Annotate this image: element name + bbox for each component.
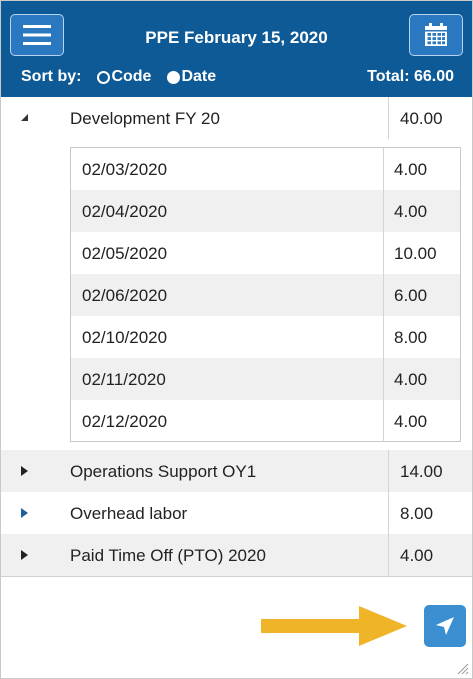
resize-grip-icon[interactable] [457,663,469,675]
expanded-triangle-icon[interactable] [20,113,30,123]
group-value: 8.00 [400,504,434,523]
column-divider [383,148,384,190]
sort-option-label: Code [111,68,152,85]
group-row[interactable]: Operations Support OY1 14.00 [1,450,472,492]
entry-date: 02/10/2020 [82,328,168,347]
entry-date: 02/04/2020 [82,202,168,221]
collapsed-triangle-icon[interactable] [21,508,29,518]
group-label: Paid Time Off (PTO) 2020 [70,546,266,565]
group-value: 40.00 [400,109,443,128]
entry-row[interactable]: 02/10/2020 8.00 [71,316,460,358]
entry-date: 02/05/2020 [82,244,168,263]
entry-value: 6.00 [394,286,428,305]
entry-date: 02/06/2020 [82,286,168,305]
column-divider [388,97,389,139]
charge-code-list: Development FY 20 40.00 [1,97,472,139]
send-icon [436,617,454,635]
entry-value: 10.00 [394,244,437,263]
entry-value: 8.00 [394,328,428,347]
sort-option-date[interactable]: Date [167,68,216,86]
column-divider [388,450,389,492]
collapsed-groups: Operations Support OY1 14.00 Overhead la… [1,450,472,576]
entry-row[interactable]: 02/05/2020 10.00 [71,232,460,274]
group-value: 4.00 [400,546,434,565]
entry-value: 4.00 [394,370,428,389]
collapsed-triangle-icon[interactable] [21,550,29,560]
calendar-button[interactable] [409,14,463,56]
sort-option-code[interactable]: Code [97,68,151,86]
sort-option-label: Date [181,68,217,85]
column-divider [388,534,389,576]
entry-date: 02/11/2020 [82,370,166,389]
group-label: Overhead labor [70,504,188,523]
column-divider [383,232,384,274]
column-divider [383,400,384,442]
entry-value: 4.00 [394,412,428,431]
total-hours: Total: 66.00 [367,68,454,85]
sort-label: Sort by: [21,68,82,85]
column-divider [383,190,384,232]
entry-date: 02/03/2020 [82,160,168,179]
column-divider [388,492,389,534]
group-row[interactable]: Development FY 20 40.00 [1,97,472,139]
calendar-icon [425,23,447,46]
entry-row[interactable]: 02/12/2020 4.00 [71,400,460,442]
group-row[interactable]: Overhead labor 8.00 [1,492,472,534]
entry-row[interactable]: 02/04/2020 4.00 [71,190,460,232]
entry-value: 4.00 [394,160,428,179]
entry-date: 02/12/2020 [82,412,168,431]
column-divider [383,316,384,358]
submit-button[interactable] [424,605,466,647]
timesheet-panel: PPE February 15, 2020 Sort by: Code Date… [0,0,473,679]
radio-unselected-icon [167,70,181,84]
menu-button[interactable] [10,14,64,56]
entry-row[interactable]: 02/11/2020 4.00 [71,358,460,400]
group-value: 14.00 [400,462,443,481]
header-bar: PPE February 15, 2020 Sort by: Code Date… [1,1,472,97]
annotation-arrow-icon [261,606,407,646]
page-title: PPE February 15, 2020 [145,28,328,47]
collapsed-triangle-icon[interactable] [21,466,29,476]
group-row[interactable]: Paid Time Off (PTO) 2020 4.00 [1,534,472,576]
entry-value: 4.00 [394,202,428,221]
entry-row[interactable]: 02/06/2020 6.00 [71,274,460,316]
footer-divider [1,576,472,577]
entry-row[interactable]: 02/03/2020 4.00 [71,148,460,190]
sort-controls: Sort by: Code Date [21,68,216,86]
radio-selected-icon [97,70,111,84]
column-divider [383,274,384,316]
column-divider [383,358,384,400]
group-label: Development FY 20 [70,109,220,128]
entry-table: 02/03/2020 4.00 02/04/2020 4.00 02/05/20… [70,147,461,442]
group-label: Operations Support OY1 [70,462,257,481]
hamburger-icon [23,25,51,45]
